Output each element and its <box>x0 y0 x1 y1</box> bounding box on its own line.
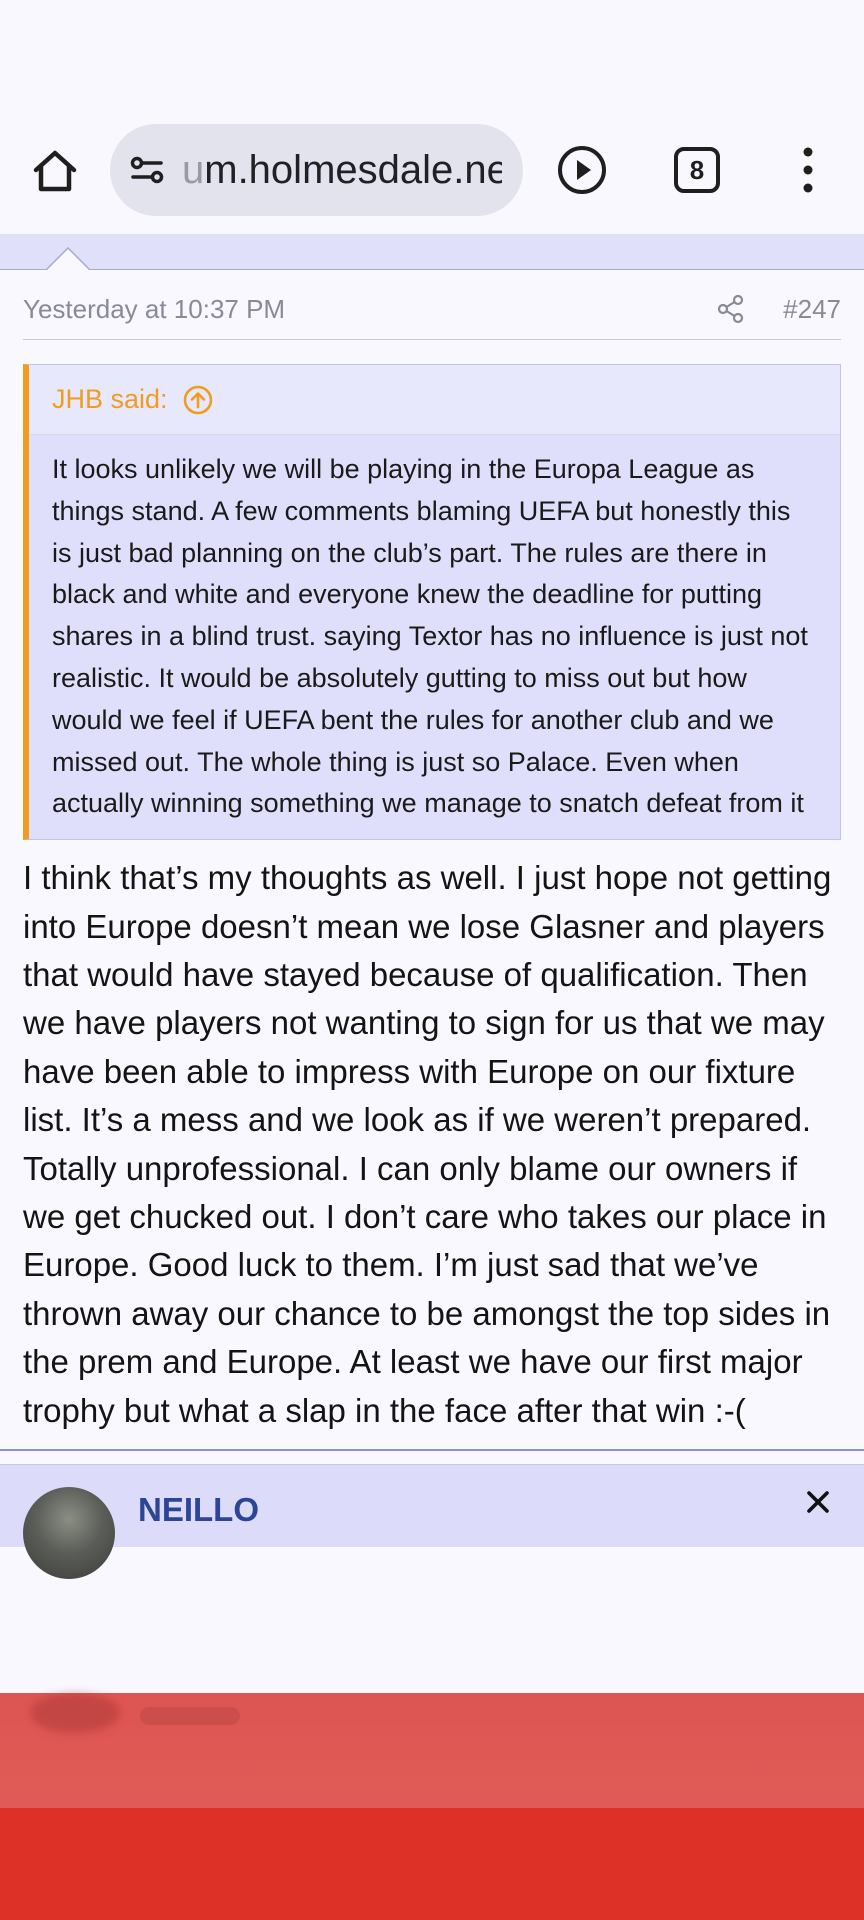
site-settings-icon[interactable] <box>128 150 168 190</box>
quote-header[interactable]: JHB said: <box>29 365 840 435</box>
url-domain: m.holmesdale.net <box>204 147 502 192</box>
ad-blur-shape <box>30 1693 120 1733</box>
ad-blur-text <box>140 1707 240 1725</box>
post-number[interactable]: #247 <box>783 294 841 325</box>
ad-banner[interactable] <box>0 1693 864 1808</box>
tab-count: 8 <box>690 155 704 185</box>
quote-text: It looks unlikely we will be playing in … <box>29 435 840 840</box>
url-prefix: u <box>182 147 205 192</box>
close-icon[interactable] <box>803 1487 833 1517</box>
browser-toolbar: um.holmesdale.net 8 <box>0 120 864 234</box>
post-header-strip <box>0 234 864 270</box>
tab-switcher-icon[interactable]: 8 <box>670 143 724 197</box>
quote-author[interactable]: JHB said: <box>52 384 168 415</box>
ad-footer-band[interactable] <box>0 1808 864 1920</box>
post-meta: Yesterday at 10:37 PM #247 <box>23 270 841 340</box>
more-options-icon[interactable] <box>795 143 821 197</box>
home-icon[interactable] <box>30 146 80 196</box>
post-gap <box>0 1451 864 1466</box>
username[interactable]: NEILLO <box>138 1491 259 1529</box>
status-bar-area <box>0 0 864 120</box>
post-body-text: I think that’s my thoughts as well. I ju… <box>23 859 832 1429</box>
pointer-arrow-icon <box>46 246 90 270</box>
quote-block: JHB said: It looks unlikely we will be p… <box>23 364 841 841</box>
avatar[interactable] <box>23 1487 115 1580</box>
play-icon[interactable] <box>555 143 609 197</box>
jump-to-quote-icon[interactable] <box>182 384 214 416</box>
post-timestamp[interactable]: Yesterday at 10:37 PM <box>23 294 285 325</box>
url-text: um.holmesdale.net <box>182 148 502 193</box>
next-post-header: NEILLO <box>0 1465 864 1580</box>
share-icon[interactable] <box>716 294 746 324</box>
address-bar[interactable]: um.holmesdale.net <box>110 124 523 216</box>
